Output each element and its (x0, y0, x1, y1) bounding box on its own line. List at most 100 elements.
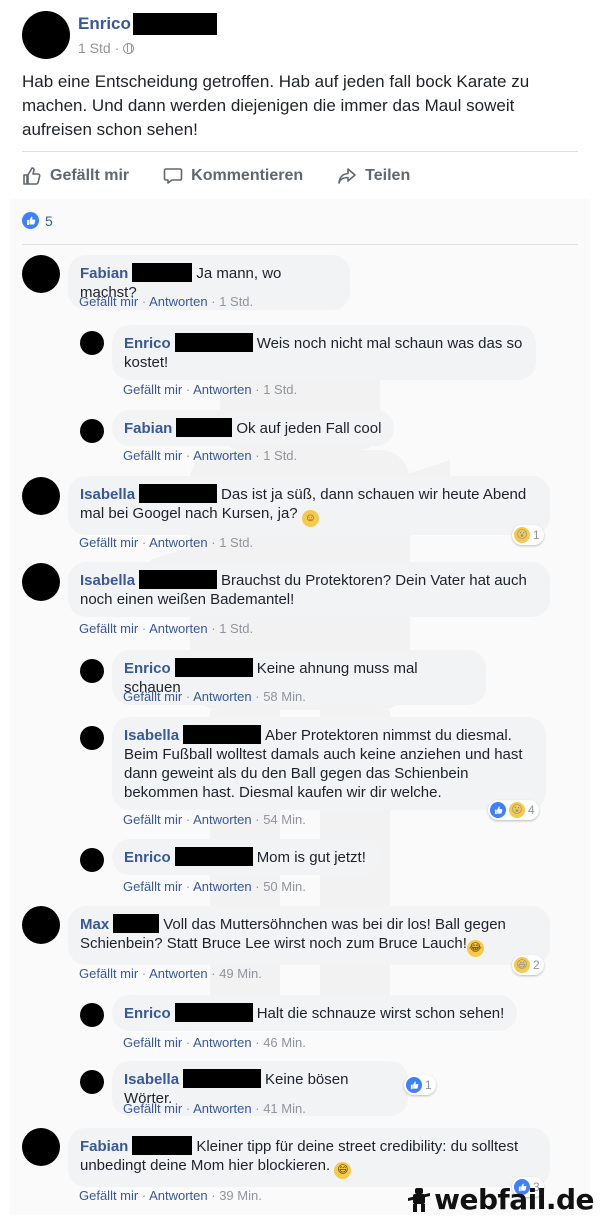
comment-reply-link[interactable]: Antworten (193, 448, 252, 463)
comment-reply-link[interactable]: Antworten (149, 294, 208, 309)
like-count: 5 (45, 212, 53, 229)
redacted-surname (139, 484, 218, 503)
meta-separator: · (251, 689, 264, 704)
commenter-avatar[interactable] (80, 331, 104, 355)
comment-bubble: Isabella Das ist ja süß, dann schauen wir… (68, 476, 550, 535)
reaction-number: 4 (528, 803, 535, 817)
redacted-surname (174, 333, 253, 352)
meta-separator: · (207, 621, 220, 636)
commenter-name[interactable]: Isabella (124, 727, 179, 744)
comment-button[interactable]: Kommentieren (163, 166, 303, 186)
meta-separator: · (182, 812, 194, 827)
commenter-name[interactable]: Fabian (80, 1138, 128, 1155)
commenter-name[interactable]: Enrico (124, 1005, 171, 1022)
comment-bubble: Enrico Halt die schnauze wirst schon sehe… (112, 995, 517, 1031)
reaction-number: 2 (533, 958, 540, 972)
meta-separator: · (138, 1188, 150, 1203)
commenter-avatar[interactable] (80, 419, 104, 443)
comment-text: Ok auf jeden Fall cool (236, 420, 382, 437)
reaction-count[interactable]: 😮 4 (488, 800, 539, 820)
comment-time[interactable]: 1 Std. (263, 382, 297, 397)
comment-reply-link[interactable]: Antworten (193, 812, 252, 827)
comment-like-link[interactable]: Gefällt mir (123, 689, 182, 704)
reaction-count[interactable]: 😆 2 (512, 955, 544, 975)
reaction-count[interactable]: 😮 1 (512, 525, 544, 545)
comment-like-link[interactable]: Gefällt mir (79, 621, 138, 636)
commenter-name[interactable]: Enrico (124, 660, 171, 677)
commenter-avatar[interactable] (22, 563, 60, 601)
comment-time[interactable]: 1 Std. (263, 448, 297, 463)
comment-reply-link[interactable]: Antworten (149, 621, 208, 636)
comment-text: Mom is gut jetzt! (256, 849, 366, 866)
likes-summary[interactable]: 5 (22, 212, 53, 229)
commenter-avatar[interactable] (80, 726, 104, 750)
comment-like-link[interactable]: Gefällt mir (79, 535, 138, 550)
commenter-name[interactable]: Enrico (124, 335, 171, 352)
comment-like-link[interactable]: Gefällt mir (123, 382, 182, 397)
comment-time[interactable]: 50 Min. (263, 879, 306, 894)
comment-meta: Gefällt mir · Antworten · 41 Min. (123, 1101, 306, 1116)
comment-like-link[interactable]: Gefällt mir (79, 966, 138, 981)
commenter-avatar[interactable] (80, 1003, 104, 1027)
commenter-avatar[interactable] (22, 1128, 60, 1166)
webfail-logo: webfail.de (408, 1183, 594, 1216)
comment-reply-link[interactable]: Antworten (149, 535, 208, 550)
commenter-avatar[interactable] (80, 848, 104, 872)
reaction-count[interactable]: 1 (404, 1075, 436, 1095)
thumbs-up-icon (490, 802, 506, 818)
author-avatar[interactable] (22, 11, 70, 59)
comment-like-link[interactable]: Gefällt mir (123, 1101, 182, 1116)
comment-like-link[interactable]: Gefällt mir (123, 812, 182, 827)
comment-reply-link[interactable]: Antworten (193, 1035, 252, 1050)
comment-reply-link[interactable]: Antworten (193, 382, 252, 397)
commenter-name[interactable]: Isabella (80, 486, 135, 503)
comment-like-link[interactable]: Gefällt mir (79, 294, 138, 309)
redacted-surname (113, 914, 160, 933)
comment-time[interactable]: 39 Min. (219, 1188, 262, 1203)
comment-meta: Gefällt mir · Antworten · 58 Min. (123, 689, 306, 704)
comment-meta: Gefällt mir · Antworten · 39 Min. (79, 1188, 262, 1203)
commenter-name[interactable]: Isabella (124, 1071, 179, 1088)
commenter-avatar[interactable] (80, 1070, 104, 1094)
commenter-avatar[interactable] (80, 659, 104, 683)
thumbs-up-icon (406, 1077, 422, 1093)
commenter-avatar[interactable] (22, 906, 60, 944)
commenter-avatar[interactable] (22, 255, 60, 293)
post-author-name[interactable]: Enrico (78, 14, 131, 34)
comment-reply-link[interactable]: Antworten (193, 1101, 252, 1116)
meta-separator: · (138, 621, 150, 636)
comment-like-link[interactable]: Gefällt mir (123, 879, 182, 894)
comment-reply-link[interactable]: Antworten (193, 689, 252, 704)
karate-figure-icon (408, 1187, 431, 1212)
commenter-avatar[interactable] (22, 477, 60, 515)
comment-like-link[interactable]: Gefällt mir (123, 448, 182, 463)
redacted-surname (132, 263, 193, 282)
comment-reply-link[interactable]: Antworten (193, 879, 252, 894)
post-time[interactable]: 1 Std (78, 40, 111, 56)
like-button[interactable]: Gefällt mir (22, 166, 129, 186)
facebook-post: Enrico 1 Std · Hab eine Entscheidung get… (0, 0, 600, 1222)
meta-separator: · (182, 1035, 194, 1050)
commenter-name[interactable]: Fabian (80, 265, 128, 282)
comment-time[interactable]: 49 Min. (219, 966, 262, 981)
commenter-name[interactable]: Max (80, 916, 109, 933)
commenter-name[interactable]: Enrico (124, 849, 171, 866)
comment-reply-link[interactable]: Antworten (149, 966, 208, 981)
comment-time[interactable]: 46 Min. (263, 1035, 306, 1050)
comment-icon (163, 168, 183, 184)
comment-like-link[interactable]: Gefällt mir (123, 1035, 182, 1050)
comment-time[interactable]: 58 Min. (263, 689, 306, 704)
comment-like-link[interactable]: Gefällt mir (79, 1188, 138, 1203)
meta-separator: · (251, 448, 264, 463)
meta-separator: · (207, 535, 220, 550)
share-button[interactable]: Teilen (337, 166, 410, 186)
comment-time[interactable]: 54 Min. (263, 812, 306, 827)
comment-time[interactable]: 1 Std. (219, 294, 253, 309)
comment-time[interactable]: 41 Min. (263, 1101, 306, 1116)
comment-time[interactable]: 1 Std. (219, 535, 253, 550)
commenter-name[interactable]: Fabian (124, 420, 172, 437)
comment-reply-link[interactable]: Antworten (149, 1188, 208, 1203)
commenter-name[interactable]: Isabella (80, 572, 135, 589)
comment-time[interactable]: 1 Std. (219, 621, 253, 636)
comment-meta: Gefällt mir · Antworten · 1 Std. (123, 382, 297, 397)
